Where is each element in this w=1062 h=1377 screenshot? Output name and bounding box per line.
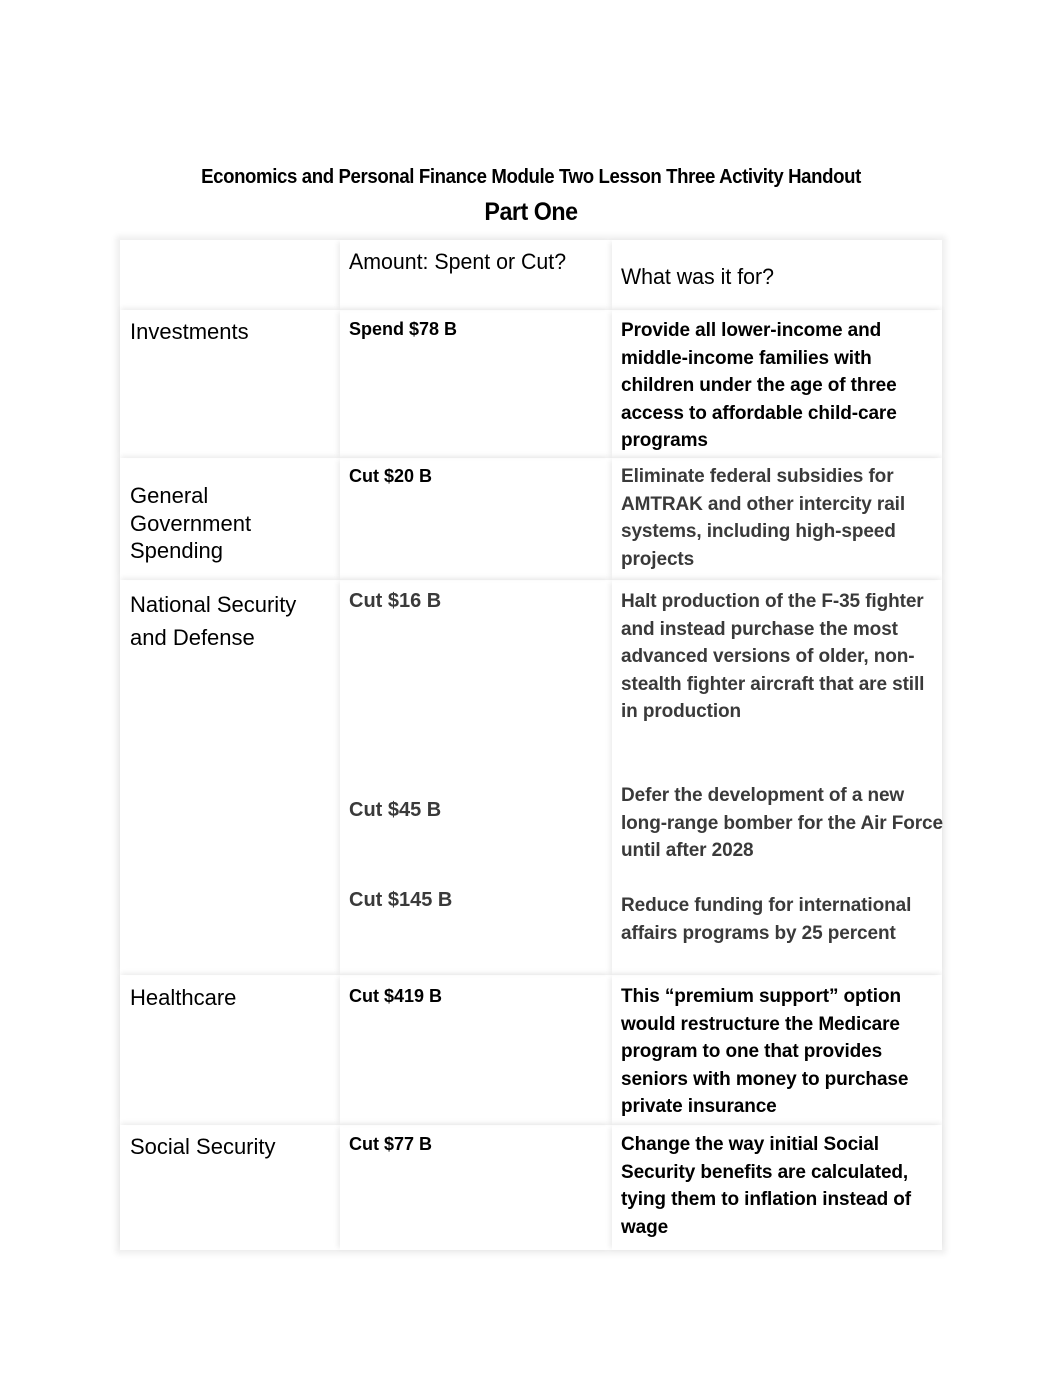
category-label: General Government Spending [130, 483, 252, 563]
table-row: General Government Spending Cut $20 B El… [120, 458, 942, 580]
description-cell: Change the way initial Social Security b… [612, 1125, 942, 1250]
table-header-row: Amount: Spent or Cut? What was it for? [120, 240, 942, 310]
category-cell: Investments [120, 310, 340, 458]
description-text: Eliminate federal subsidies for AMTRAK a… [621, 466, 906, 570]
budget-table: Amount: Spent or Cut? What was it for? I… [120, 240, 943, 1250]
description-cell: This “premium support” option would rest… [612, 975, 942, 1125]
category-label: National Security and Defense [130, 592, 297, 650]
category-cell: General Government Spending [120, 458, 340, 580]
description-text: Change the way initial Social Security b… [621, 1134, 912, 1238]
description-cell: Halt production of the F-35 fighter and … [612, 580, 943, 975]
amount-cell: Cut $16 B Cut $45 B Cut $145 B [340, 580, 612, 975]
description-text: Reduce funding for international affairs… [621, 895, 912, 944]
header-purpose-label: What was it for? [621, 264, 774, 289]
table-row: Healthcare Cut $419 B This “premium supp… [120, 975, 942, 1125]
category-cell: National Security and Defense [120, 580, 340, 975]
header-amount-label: Amount: Spent or Cut? [349, 249, 567, 274]
amount-value: Cut $145 B [349, 889, 453, 911]
amount-cell: Cut $419 B [340, 975, 612, 1125]
description-cell: Provide all lower-income and middle-inco… [612, 310, 942, 458]
category-cell: Healthcare [120, 975, 340, 1125]
description-text: Defer the development of a new long-rang… [621, 785, 943, 862]
amount-value: Cut $77 B [349, 1134, 433, 1154]
header-cell-category [120, 240, 340, 310]
amount-cell: Cut $20 B [340, 458, 612, 580]
amount-value: Cut $419 B [349, 986, 443, 1006]
category-label: Healthcare [130, 985, 237, 1010]
amount-cell: Spend $78 B [340, 310, 612, 458]
part-title: Part One [484, 198, 578, 226]
category-label: Investments [130, 319, 249, 344]
description-cell: Eliminate federal subsidies for AMTRAK a… [612, 458, 942, 580]
category-label: Social Security [130, 1134, 276, 1159]
amount-value: Cut $16 B [349, 590, 442, 612]
header-cell-purpose: What was it for? [612, 240, 942, 310]
table-row: National Security and Defense Cut $16 B … [120, 580, 943, 975]
amount-cell: Cut $77 B [340, 1125, 612, 1250]
description-text: This “premium support” option would rest… [621, 986, 909, 1118]
document-title: Economics and Personal Finance Module Tw… [201, 166, 861, 188]
header-cell-amount: Amount: Spent or Cut? [340, 240, 612, 310]
table-row: Social Security Cut $77 B Change the way… [120, 1125, 942, 1250]
amount-value: Spend $78 B [349, 319, 458, 339]
amount-value: Cut $45 B [349, 799, 442, 821]
description-text: Provide all lower-income and middle-inco… [621, 320, 897, 452]
amount-value: Cut $20 B [349, 466, 433, 486]
category-cell: Social Security [120, 1125, 340, 1250]
description-text: Halt production of the F-35 fighter and … [621, 591, 925, 723]
table-row: Investments Spend $78 B Provide all lowe… [120, 310, 942, 458]
